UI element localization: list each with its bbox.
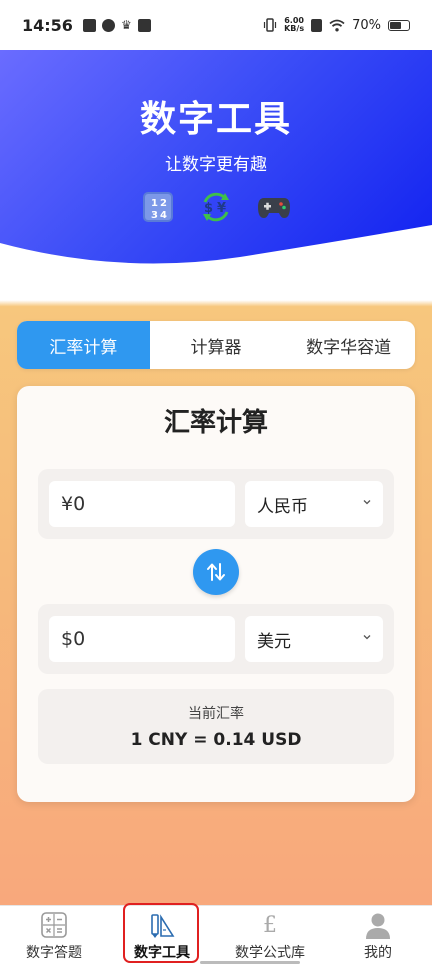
- user-icon: [364, 911, 392, 939]
- swap-arrows-icon: [207, 563, 225, 581]
- nav-item-quiz[interactable]: 数字答题: [0, 906, 108, 964]
- vibrate-icon: [264, 18, 277, 32]
- bottom-nav: 数字答题 数字工具 £ 数学公式库 我的: [0, 905, 432, 964]
- to-amount-value: 0: [73, 628, 86, 650]
- exchange-card: 汇率计算 ¥ 0 人民币 $ 0 美元 当前汇率 1 CNY = 0.14 US…: [17, 386, 415, 802]
- rate-label: 当前汇率: [188, 706, 244, 722]
- crown-icon: ♛: [120, 17, 132, 32]
- svg-text:1: 1: [151, 198, 158, 209]
- from-amount-value: 0: [73, 493, 86, 515]
- play-icon: [82, 18, 96, 32]
- to-currency-symbol: $: [61, 628, 74, 650]
- from-currency-symbol: ¥: [61, 493, 74, 515]
- status-bar: 14:56 ♛ 6.00 KB/s 70%: [0, 0, 432, 50]
- nav-item-tools[interactable]: 数字工具: [108, 906, 216, 964]
- svg-text:$: $: [204, 201, 213, 216]
- hero-header: 数字工具 让数字更有趣 1234 $ ¥: [0, 50, 432, 275]
- swap-currency-button[interactable]: [193, 549, 239, 595]
- chevron-down-icon: [363, 635, 371, 640]
- rate-value: 1 CNY = 0.14 USD: [130, 730, 302, 750]
- tab-bar: 汇率计算 计算器 数字华容道: [17, 321, 415, 369]
- hero-title: 数字工具: [139, 99, 292, 140]
- pencil-ruler-icon: [148, 911, 176, 939]
- battery-icon: [388, 19, 410, 31]
- tab-calculator[interactable]: 计算器: [150, 321, 283, 369]
- nav-label-profile: 我的: [364, 945, 392, 961]
- chevron-down-icon: [363, 500, 371, 505]
- from-currency-select[interactable]: 人民币: [245, 481, 383, 527]
- from-row: ¥ 0 人民币: [38, 469, 394, 539]
- wifi-icon: [329, 19, 345, 31]
- hero-wave: [0, 225, 432, 275]
- nav-label-tools: 数字工具: [134, 945, 190, 961]
- net-speed: 6.00 KB/s: [284, 17, 304, 33]
- to-row: $ 0 美元: [38, 604, 394, 674]
- app-icon: [101, 18, 115, 32]
- to-currency-select[interactable]: 美元: [245, 616, 383, 662]
- tab-exchange-rate[interactable]: 汇率计算: [17, 321, 150, 369]
- status-time: 14:56: [22, 15, 73, 35]
- from-amount-input[interactable]: ¥ 0: [49, 481, 235, 527]
- pound-icon: £: [263, 912, 277, 938]
- main-content: 汇率计算 计算器 数字华容道 汇率计算 ¥ 0 人民币 $ 0 美元 当前汇率 …: [0, 275, 432, 905]
- net-speed-unit: KB/s: [284, 24, 305, 33]
- hero-subtitle: 让数字更有趣: [165, 155, 267, 175]
- to-amount-input[interactable]: $ 0: [49, 616, 235, 662]
- mail-icon: [137, 18, 151, 32]
- nav-item-formulas[interactable]: £ 数学公式库: [216, 906, 324, 964]
- from-currency-label: 人民币: [257, 496, 308, 517]
- nav-label-formulas: 数学公式库: [235, 945, 305, 961]
- svg-text:2: 2: [160, 198, 167, 209]
- svg-text:¥: ¥: [217, 201, 226, 216]
- status-left: 14:56 ♛: [22, 16, 151, 35]
- rate-display: 当前汇率 1 CNY = 0.14 USD: [38, 689, 394, 764]
- battery-fill: [390, 21, 402, 29]
- nav-label-quiz: 数字答题: [26, 945, 82, 961]
- to-currency-label: 美元: [257, 631, 291, 652]
- calculator-icon: [40, 911, 68, 939]
- tab-number-puzzle[interactable]: 数字华容道: [282, 321, 415, 369]
- battery-percent: 70%: [352, 17, 381, 33]
- status-right: 6.00 KB/s 70%: [263, 17, 410, 33]
- sim-off-icon: [311, 18, 323, 32]
- nav-item-profile[interactable]: 我的: [324, 906, 432, 964]
- card-title: 汇率计算: [163, 408, 268, 438]
